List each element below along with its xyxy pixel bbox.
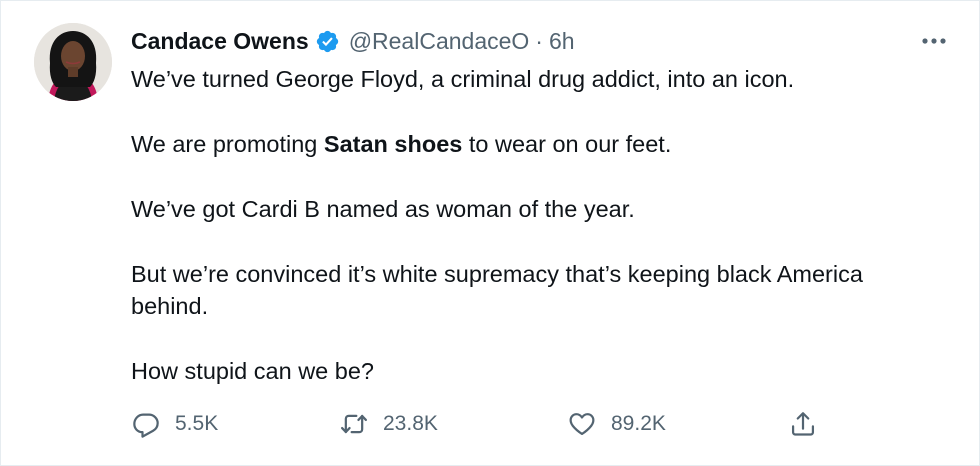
more-options-icon[interactable]	[919, 29, 949, 53]
tweet-paragraph-4-line-1: But we’re convinced it’s white supremacy…	[131, 261, 863, 287]
like-button[interactable]: 89.2K	[567, 407, 666, 441]
retweet-icon	[339, 409, 369, 439]
author-handle[interactable]: @RealCandaceO	[349, 28, 530, 55]
tweet-paragraph-5: How stupid can we be?	[131, 358, 374, 384]
tweet-text: We’ve turned George Floyd, a criminal dr…	[131, 63, 951, 387]
tweet-text-span: We are promoting	[131, 131, 324, 157]
verified-badge-icon	[315, 29, 340, 54]
reply-count: 5.5K	[175, 412, 219, 435]
tweet-card: Candace Owens @RealCandaceO · 6h We’ve t…	[0, 0, 980, 466]
tweet-actions: 5.5K 23.8K 89.2K	[131, 407, 831, 441]
heart-icon	[567, 409, 597, 439]
tweet-bold-text: Satan shoes	[323, 131, 463, 157]
author-name[interactable]: Candace Owens	[131, 28, 309, 55]
tweet-paragraph-4-line-2: behind.	[131, 293, 209, 319]
share-button[interactable]	[788, 407, 818, 441]
tweet-paragraph-3: We’ve got Cardi B named as woman of the …	[131, 196, 635, 222]
share-icon	[788, 409, 818, 439]
author-avatar[interactable]	[34, 23, 112, 101]
retweet-button[interactable]: 23.8K	[339, 407, 438, 441]
like-count: 89.2K	[611, 412, 666, 435]
tweet-paragraph-2: We are promoting Satan shoes to wear on …	[131, 128, 951, 160]
retweet-count: 23.8K	[383, 412, 438, 435]
avatar-photo-icon	[34, 23, 112, 101]
reply-button[interactable]: 5.5K	[131, 407, 218, 441]
reply-icon	[131, 409, 161, 439]
header-separator: ·	[535, 27, 543, 54]
tweet-paragraph-1: We’ve turned George Floyd, a criminal dr…	[131, 66, 795, 92]
tweet-header: Candace Owens @RealCandaceO · 6h	[131, 25, 575, 57]
tweet-timestamp[interactable]: 6h	[549, 28, 575, 55]
tweet-text-span: to wear on our feet.	[462, 131, 672, 157]
